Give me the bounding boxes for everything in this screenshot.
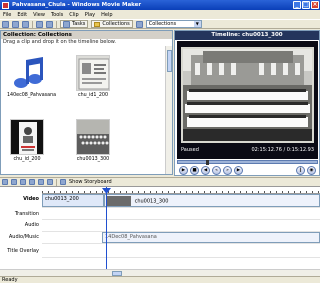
audio-clip[interactable]: 14Dec08_Pahvasana: [102, 232, 320, 243]
preview-status: Paused 02:15:12.76 / 0:15:12.93: [181, 145, 314, 154]
up-folder-icon[interactable]: [135, 20, 143, 28]
maximize-button[interactable]: □: [302, 1, 310, 9]
zoom-in-icon[interactable]: [11, 179, 17, 185]
chevron-down-icon: ▼: [193, 21, 201, 27]
timeline-ruler[interactable]: [42, 187, 320, 194]
collection-item-portrait[interactable]: chu_id_200: [7, 119, 47, 162]
clip-thumbnail: [107, 196, 131, 206]
menu-play[interactable]: Play: [85, 12, 95, 18]
toolbar-separator: [56, 20, 57, 28]
playback-controls: ▶ ■ ◀ « » ▶ ‖ ◉: [177, 165, 318, 175]
split-clip-icon[interactable]: ‖: [296, 165, 305, 175]
window-buttons: _ □ ×: [293, 1, 319, 9]
menu-file[interactable]: File: [3, 12, 11, 18]
redo-icon[interactable]: [46, 20, 53, 28]
tasks-label: Tasks: [72, 21, 86, 27]
menu-tools[interactable]: Tools: [51, 12, 63, 18]
show-storyboard-button[interactable]: Show Storyboard: [69, 179, 112, 185]
timeline-toolbar: Show Storyboard: [0, 177, 320, 186]
video-track: chu0013_200 chu0013_300: [42, 194, 320, 208]
main-toolbar: Tasks Collections Collections ▼: [0, 19, 320, 29]
toolbar-separator: [56, 178, 57, 186]
fast-forward-icon[interactable]: »: [223, 165, 232, 175]
take-picture-icon[interactable]: ◉: [307, 165, 316, 175]
undo-icon[interactable]: [36, 20, 43, 28]
rewind-timeline-icon[interactable]: [29, 179, 35, 185]
tasks-icon: [63, 20, 70, 28]
monitor-frame: Paused 02:15:12.76 / 0:15:12.93: [177, 41, 318, 159]
audio-track: [42, 220, 320, 232]
collections-hint: Drag a clip and drop it on the timeline …: [3, 39, 116, 45]
tasks-button[interactable]: Tasks: [60, 20, 89, 28]
seek-bar[interactable]: [177, 160, 318, 165]
collection-item-audio[interactable]: 140ec08_Pahvasana: [7, 55, 56, 98]
audio-music-track: 14Dec08_Pahvasana: [42, 232, 320, 244]
toolbar-separator: [32, 20, 33, 28]
menu-clip[interactable]: Clip: [69, 12, 78, 18]
playback-status: Paused: [181, 146, 199, 153]
playback-time: 02:15:12.76 / 0:15:12.93: [251, 146, 315, 153]
preview-title: Timeline: chu0013_300: [175, 31, 319, 40]
track-label-audio-music[interactable]: Audio/Music: [0, 234, 42, 244]
open-project-icon[interactable]: [12, 20, 19, 28]
set-audio-levels-icon[interactable]: [2, 179, 8, 185]
music-note-icon: [10, 55, 44, 91]
app-icon: [2, 1, 9, 9]
menu-view[interactable]: View: [33, 12, 45, 18]
track-label-title-overlay[interactable]: Title Overlay: [0, 248, 42, 258]
new-project-icon[interactable]: [2, 20, 9, 28]
preview-screen: [181, 47, 314, 143]
video-clip[interactable]: chu0013_200: [42, 194, 104, 207]
collections-pane: Collection: Collections Drag a clip and …: [0, 30, 173, 175]
previous-frame-icon[interactable]: ◀: [201, 165, 210, 175]
timeline: Video chu0013_200 chu0013_300 Transition…: [0, 186, 320, 276]
next-frame-icon[interactable]: ▶: [234, 165, 243, 175]
group-photo-image: [76, 119, 110, 155]
scrollbar-thumb[interactable]: [167, 50, 172, 72]
storyboard-icon[interactable]: [60, 179, 66, 185]
close-button[interactable]: ×: [311, 1, 319, 9]
collection-item-label: chu_id_200: [13, 157, 41, 162]
stop-icon[interactable]: ■: [190, 165, 199, 175]
id-card-image: [76, 55, 110, 91]
transition-track: [42, 208, 320, 220]
video-clip[interactable]: chu0013_300: [104, 194, 320, 207]
collection-item-label: chu_id1_200: [77, 93, 109, 98]
save-project-icon[interactable]: [22, 20, 29, 28]
menu-bar: File Edit View Tools Clip Play Help: [0, 10, 320, 19]
status-bar: Ready: [0, 276, 320, 283]
menu-help[interactable]: Help: [101, 12, 112, 18]
track-label-transition[interactable]: Transition: [0, 211, 42, 221]
play-timeline-icon[interactable]: [38, 179, 44, 185]
minimize-button[interactable]: _: [293, 1, 301, 9]
collections-select-value: Collections: [148, 21, 177, 27]
collections-select[interactable]: Collections ▼: [145, 20, 202, 28]
playhead-indicator[interactable]: [106, 187, 107, 275]
collections-header: Collection: Collections: [1, 31, 172, 39]
track-label-video[interactable]: Video: [0, 196, 42, 206]
audio-clip-label: 14Dec08_Pahvasana: [105, 234, 157, 240]
track-label-audio[interactable]: Audio: [0, 222, 42, 232]
collection-item-label: chu0013_300: [76, 157, 110, 162]
video-clip-label: chu0013_200: [45, 196, 79, 202]
collections-scrollbar[interactable]: [165, 46, 172, 174]
collection-item-id-card[interactable]: chu_id1_200: [73, 55, 113, 98]
collections-label: Collections: [102, 21, 130, 27]
timeline-scrollbar[interactable]: [0, 269, 320, 276]
title-bar: Pahvasana_Chula - Windows Movie Maker _ …: [0, 0, 320, 10]
preview-monitor: Timeline: chu0013_300 Paused 02:15:12.76…: [174, 30, 320, 176]
play-icon[interactable]: ▶: [179, 165, 188, 175]
menu-edit[interactable]: Edit: [17, 12, 27, 18]
title-overlay-track: [42, 244, 320, 258]
zoom-out-icon[interactable]: [20, 179, 26, 185]
collection-item-group-photo[interactable]: chu0013_300: [73, 119, 113, 162]
video-clip-label: chu0013_300: [134, 198, 169, 205]
portrait-image: [10, 119, 44, 155]
folder-icon: [94, 21, 101, 27]
rewind-icon[interactable]: «: [212, 165, 221, 175]
window-title: Pahvasana_Chula - Windows Movie Maker: [12, 2, 142, 8]
collections-button[interactable]: Collections: [91, 20, 133, 28]
collection-item-label: 140ec08_Pahvasana: [7, 93, 57, 98]
narrate-icon[interactable]: [47, 179, 53, 185]
